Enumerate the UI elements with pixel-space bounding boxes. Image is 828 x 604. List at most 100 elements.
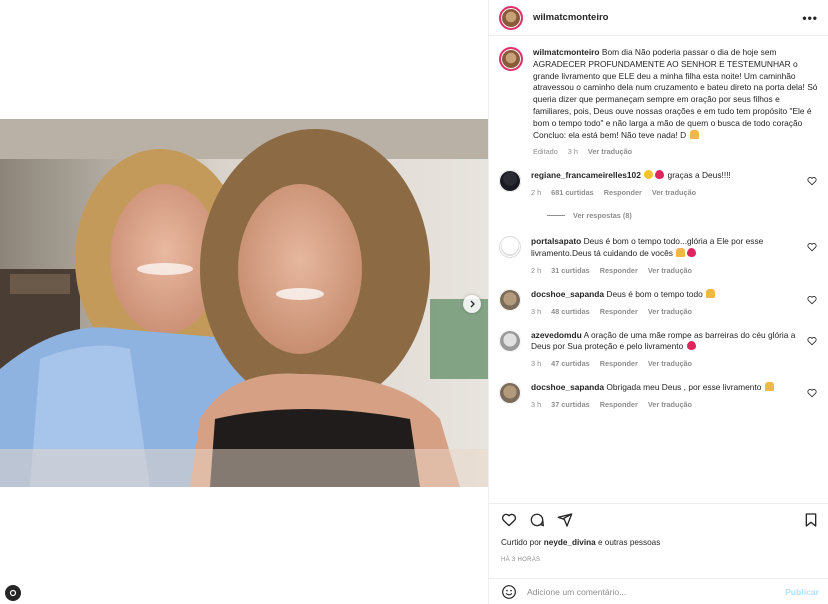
translate-link[interactable]: Ver tradução: [648, 266, 692, 275]
comment-likes[interactable]: 48 curtidas: [551, 307, 590, 316]
reply-button[interactable]: Responder: [600, 266, 638, 275]
translate-link[interactable]: Ver tradução: [648, 400, 692, 409]
comment-meta: 2 h 31 curtidas Responder Ver tradução: [531, 266, 799, 275]
comment-time: 2 h: [531, 265, 542, 275]
reply-button[interactable]: Responder: [600, 400, 638, 409]
comment-text: Deus é bom o tempo todo: [606, 288, 703, 299]
comment-username[interactable]: azevedomdu: [531, 330, 582, 340]
share-icon[interactable]: [557, 512, 573, 528]
comment-likes[interactable]: 37 curtidas: [551, 400, 590, 409]
translate-link[interactable]: Ver tradução: [648, 359, 692, 368]
comment-time: 2 h: [531, 188, 542, 198]
caption-text: Bom dia Não poderia passar o dia de hoje…: [533, 47, 818, 140]
next-photo-button[interactable]: [463, 295, 481, 313]
comment-username[interactable]: regiane_francameirelles102: [531, 170, 641, 180]
post-side-panel: wilmatcmonteiro ••• wilmatcmonteiro Bom …: [488, 0, 828, 604]
comment-meta: 2 h 681 curtidas Responder Ver tradução: [531, 188, 731, 197]
reply-button[interactable]: Responder: [604, 188, 642, 197]
threads-glyph: [9, 589, 17, 597]
comment-text-block: docshoe_sapanda Deus é bom o tempo todo: [531, 288, 716, 301]
avatar[interactable]: [499, 329, 521, 352]
post-media-area: [0, 0, 488, 604]
comment-input[interactable]: [527, 586, 776, 597]
post-actions-bar: [489, 503, 828, 529]
comment-item: docshoe_sapanda Deus é bom o tempo todo …: [499, 288, 819, 316]
comment-time: 3 h: [531, 399, 542, 409]
comment-text: Obrigada meu Deus , por esse livramento: [606, 382, 762, 393]
pray-emoji-icon: [706, 288, 716, 298]
header-username[interactable]: wilmatcmonteiro: [533, 12, 609, 23]
comment-text-block: docshoe_sapanda Obrigada meu Deus , por …: [531, 382, 775, 394]
comment-username[interactable]: docshoe_sapanda: [531, 289, 604, 299]
replies-divider: [547, 215, 565, 217]
comment-meta: 3 h 37 curtidas Responder Ver tradução: [531, 400, 775, 409]
comment-likes[interactable]: 47 curtidas: [551, 359, 590, 368]
comment-time: 3 h: [531, 306, 542, 316]
emoji-icon[interactable]: [501, 584, 517, 600]
avatar[interactable]: [499, 382, 521, 405]
translate-link[interactable]: Ver tradução: [588, 147, 632, 156]
post-photo-image: [0, 119, 488, 487]
reply-button[interactable]: Responder: [600, 359, 638, 368]
comment-text-block: regiane_francameirelles102 graças a Deus…: [531, 170, 731, 182]
bookmark-icon[interactable]: [803, 512, 819, 528]
more-horizontal-icon[interactable]: •••: [802, 11, 818, 25]
post-caption: wilmatcmonteiro Bom dia Não poderia pass…: [499, 47, 819, 156]
comment-likes[interactable]: 31 curtidas: [551, 266, 590, 275]
reply-button[interactable]: Responder: [600, 307, 638, 316]
comment-item: azevedomdu A oração de uma mãe rompe as …: [499, 329, 819, 368]
comment-meta: 3 h 48 curtidas Responder Ver tradução: [531, 307, 716, 316]
emoji-icon: [644, 170, 654, 180]
chevron-right-icon: [470, 300, 475, 308]
heart-icon[interactable]: [807, 388, 817, 398]
post-header: wilmatcmonteiro •••: [489, 0, 828, 36]
avatar[interactable]: [499, 47, 523, 71]
caption-meta: Editado 3 h Ver tradução: [533, 147, 819, 156]
pray-emoji-icon: [676, 247, 686, 257]
comment-likes[interactable]: 681 curtidas: [551, 188, 594, 197]
view-replies-label: Ver respostas (8): [573, 211, 632, 221]
comment-text-block: portalsapato Deus é bom o tempo todo...g…: [531, 236, 799, 260]
post-timestamp: HÁ 3 HORAS: [501, 557, 541, 563]
avatar[interactable]: [499, 5, 523, 30]
comment-username[interactable]: docshoe_sapanda: [531, 382, 604, 392]
heart-icon[interactable]: [807, 176, 817, 186]
heart-emoji-icon: [655, 170, 665, 180]
view-replies-button[interactable]: Ver respostas (8): [547, 211, 819, 220]
comment-item: docshoe_sapanda Obrigada meu Deus , por …: [499, 382, 819, 409]
pray-emoji-icon: [689, 129, 699, 139]
threads-icon[interactable]: [5, 585, 21, 601]
heart-icon[interactable]: [807, 242, 817, 252]
heart-emoji-icon: [686, 341, 696, 351]
caption-time: 3 h: [567, 147, 578, 157]
comment-icon[interactable]: [529, 512, 545, 528]
avatar[interactable]: [499, 288, 521, 311]
avatar[interactable]: [499, 236, 521, 259]
comment-item: portalsapato Deus é bom o tempo todo...g…: [499, 236, 819, 275]
liked-by: Curtido por neyde_divina e outras pessoa…: [501, 538, 660, 547]
comment-time: 3 h: [531, 359, 542, 369]
comments-list[interactable]: wilmatcmonteiro Bom dia Não poderia pass…: [489, 37, 828, 495]
comment-item: regiane_francameirelles102 graças a Deus…: [499, 170, 819, 197]
caption-username[interactable]: wilmatcmonteiro: [533, 47, 600, 57]
edited-label: Editado: [533, 147, 558, 157]
translate-link[interactable]: Ver tradução: [652, 188, 696, 197]
comment-composer: Publicar: [489, 578, 828, 604]
translate-link[interactable]: Ver tradução: [648, 307, 692, 316]
post-photo[interactable]: [0, 119, 488, 487]
avatar[interactable]: [499, 170, 521, 193]
publish-button[interactable]: Publicar: [785, 587, 819, 597]
liked-by-suffix[interactable]: e outras pessoas: [598, 538, 660, 547]
liked-by-user[interactable]: neyde_divina: [544, 538, 596, 547]
heart-emoji-icon: [687, 247, 697, 257]
pray-emoji-icon: [764, 382, 774, 392]
heart-icon[interactable]: [807, 295, 817, 305]
heart-icon[interactable]: [807, 336, 817, 346]
comment-meta: 3 h 47 curtidas Responder Ver tradução: [531, 359, 799, 368]
comment-text: graças a Deus!!!!: [667, 170, 731, 181]
liked-by-prefix: Curtido por: [501, 538, 542, 547]
caption-text-block: wilmatcmonteiro Bom dia Não poderia pass…: [533, 47, 819, 141]
comment-username[interactable]: portalsapato: [531, 236, 581, 246]
heart-icon[interactable]: [501, 512, 517, 528]
comment-text-block: azevedomdu A oração de uma mãe rompe as …: [531, 330, 799, 354]
